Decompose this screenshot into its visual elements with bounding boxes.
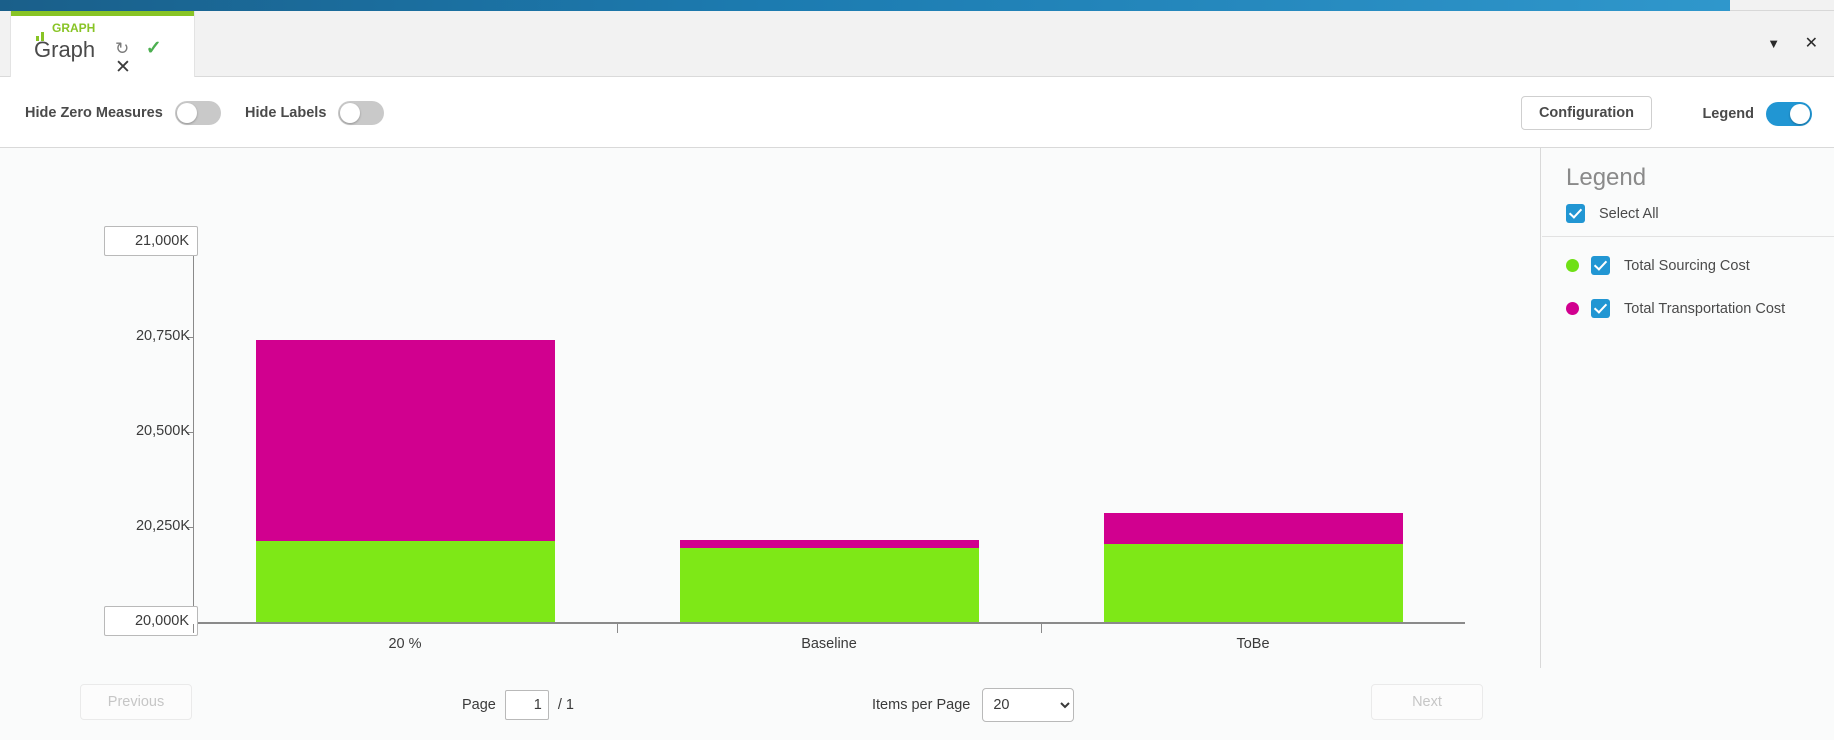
hide-labels-control[interactable]: Hide Labels (245, 101, 385, 125)
legend-item-total-sourcing-cost[interactable]: Total Sourcing Cost (1566, 256, 1750, 275)
legend-select-all-row[interactable]: Select All (1566, 204, 1659, 223)
legend-item-checkbox[interactable] (1591, 256, 1610, 275)
legend-toggle-label: Legend (1702, 106, 1754, 122)
x-axis-tick-label: ToBe (1236, 636, 1270, 652)
bar-segment[interactable] (1103, 513, 1403, 545)
legend-item-checkbox[interactable] (1591, 299, 1610, 318)
x-axis-tick-label: Baseline (801, 636, 857, 652)
filter-funnel-icon[interactable]: ▼ (1767, 36, 1780, 51)
hide-zero-measures-label: Hide Zero Measures (25, 105, 163, 121)
bar-segment[interactable] (255, 540, 555, 622)
window-close-icon[interactable]: ✕ (1805, 33, 1818, 53)
x-axis-tick-mark (1041, 624, 1042, 633)
x-axis-line (193, 622, 1465, 624)
next-page-button[interactable]: Next (1371, 684, 1483, 720)
page-number-control: Page / 1 (462, 690, 574, 720)
page-total-label: / 1 (557, 697, 574, 713)
y-axis-tick-label: 20,750K (135, 328, 190, 344)
legend-panel: Legend Select All Total Sourcing Cost To… (1542, 148, 1834, 740)
items-per-page-label: Items per Page (872, 697, 971, 713)
toggle-knob (1790, 104, 1810, 124)
hide-zero-measures-control[interactable]: Hide Zero Measures (25, 101, 221, 125)
configuration-button[interactable]: Configuration (1520, 96, 1652, 130)
app-top-accent-bar (0, 0, 1834, 11)
chart-pane: 20,000K 20,250K 20,500K 20,750K 21,000K 20 % B… (0, 148, 1541, 740)
x-axis-origin-tick (193, 624, 194, 633)
check-icon[interactable]: ✓ (146, 39, 162, 58)
legend-control[interactable]: Legend (1702, 102, 1812, 126)
y-axis-tick-label: 20,000K (103, 606, 198, 636)
x-axis-tick-label: 20 % (388, 636, 422, 652)
previous-page-button[interactable]: Previous (80, 684, 192, 720)
bar-segment[interactable] (679, 540, 979, 548)
y-axis-tick-label: 20,250K (135, 518, 190, 534)
close-icon[interactable]: ✕ (115, 58, 131, 77)
items-per-page-select[interactable]: 20 (982, 688, 1075, 722)
select-all-checkbox[interactable] (1566, 204, 1585, 223)
legend-item-label: Total Transportation Cost (1624, 300, 1786, 317)
bar-segment[interactable] (679, 547, 979, 622)
bar-chart-plot: 20,000K 20,250K 20,500K 20,750K 21,000K 20 % B… (0, 148, 1541, 668)
legend-divider (1542, 236, 1834, 237)
page-input[interactable] (504, 690, 549, 720)
hide-labels-toggle[interactable] (338, 101, 385, 125)
toggle-knob (340, 103, 361, 123)
window-header: GRAPH Graph ↻ ✓ ✕ ▼ ✕ (0, 11, 1834, 77)
bar-segment[interactable] (1103, 544, 1403, 622)
chart-content-area: 20,000K 20,250K 20,500K 20,750K 21,000K 20 % B… (0, 148, 1834, 740)
page-label: Page (462, 697, 496, 713)
tab-action-icons: ↻ ✓ ✕ (115, 39, 194, 77)
legend-item-total-transportation-cost[interactable]: Total Transportation Cost (1566, 299, 1785, 318)
tab-active-accent (11, 11, 194, 16)
bar-segment[interactable] (255, 340, 555, 541)
y-axis-tick-label: 20,500K (135, 423, 190, 439)
legend-color-swatch (1566, 259, 1579, 272)
chart-toolbar: Hide Zero Measures Hide Labels Configura… (0, 77, 1834, 148)
items-per-page-control: Items per Page 20 (872, 688, 1075, 722)
window-controls: ▼ ✕ (1747, 33, 1818, 53)
legend-item-label: Total Sourcing Cost (1624, 257, 1750, 274)
y-axis-tick-label: 21,000K (103, 226, 198, 256)
refresh-icon[interactable]: ↻ (115, 39, 129, 58)
legend-color-swatch (1566, 302, 1579, 315)
hide-zero-measures-toggle[interactable] (174, 101, 221, 125)
legend-panel-title: Legend (1566, 164, 1647, 191)
tab-kicker-label: GRAPH (52, 21, 96, 35)
legend-toggle[interactable] (1766, 102, 1812, 126)
hide-labels-label: Hide Labels (245, 105, 327, 121)
pagination-bar: Previous Page / 1 Items per Page 20 Next (0, 668, 1541, 740)
select-all-label: Select All (1599, 205, 1659, 222)
page-title: Graph (34, 37, 96, 62)
tab-graph[interactable]: GRAPH Graph ↻ ✓ ✕ (10, 11, 195, 77)
toggle-knob (176, 103, 197, 123)
x-axis-tick-mark (617, 624, 618, 633)
